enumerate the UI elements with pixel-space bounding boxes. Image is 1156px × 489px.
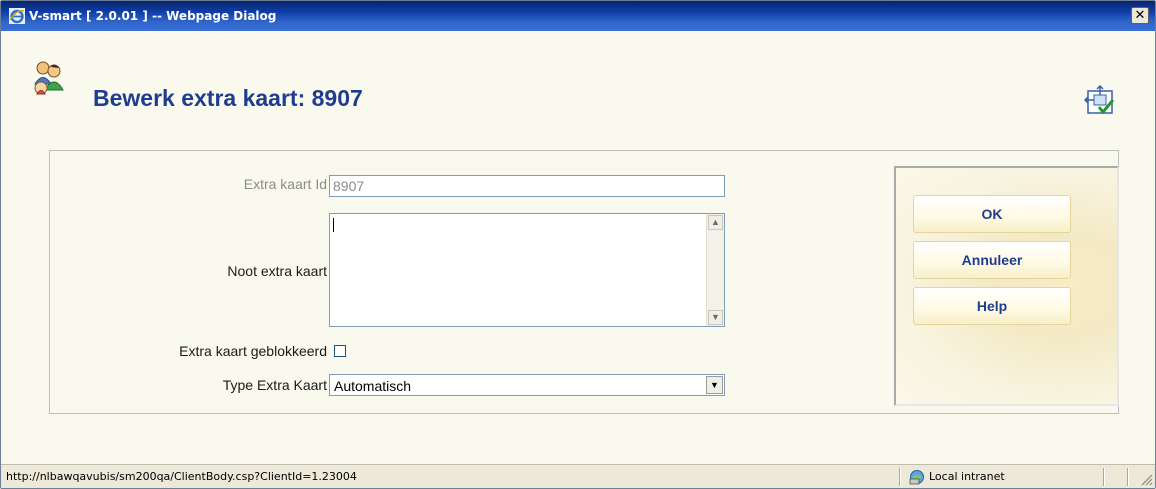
close-icon: ✕ bbox=[1134, 8, 1146, 23]
text-caret bbox=[333, 218, 334, 232]
help-button[interactable]: Help bbox=[913, 287, 1071, 325]
type-label: Type Extra Kaart bbox=[222, 377, 327, 393]
chevron-down-icon[interactable]: ▼ bbox=[706, 376, 723, 394]
status-divider bbox=[1127, 468, 1128, 486]
note-textarea[interactable]: ▲ ▼ bbox=[329, 213, 725, 327]
type-select[interactable]: Automatisch ▼ bbox=[329, 374, 725, 396]
cancel-button[interactable]: Annuleer bbox=[913, 241, 1071, 279]
users-icon bbox=[34, 61, 64, 95]
dialog-window: V-smart [ 2.0.01 ] -- Webpage Dialog ✕ B… bbox=[0, 0, 1156, 489]
ok-button[interactable]: OK bbox=[913, 195, 1071, 233]
zone-label: Local intranet bbox=[929, 470, 1005, 483]
blocked-label: Extra kaart geblokkeerd bbox=[179, 343, 327, 359]
ie-icon bbox=[9, 8, 25, 24]
id-field: 8907 bbox=[329, 175, 725, 197]
status-divider bbox=[899, 468, 900, 486]
page-title: Bewerk extra kaart: 8907 bbox=[93, 85, 363, 111]
status-bar: http://nlbawqavubis/sm200qa/ClientBody.c… bbox=[1, 464, 1155, 488]
scroll-down-icon[interactable]: ▼ bbox=[708, 310, 723, 325]
resize-grip-icon[interactable] bbox=[1139, 472, 1153, 486]
validate-form-icon[interactable] bbox=[1084, 85, 1116, 117]
scroll-up-icon[interactable]: ▲ bbox=[708, 215, 723, 230]
id-label: Extra kaart Id bbox=[243, 176, 327, 192]
window-title: V-smart [ 2.0.01 ] -- Webpage Dialog bbox=[29, 9, 277, 23]
close-button[interactable]: ✕ bbox=[1131, 7, 1149, 24]
intranet-zone-icon bbox=[909, 470, 924, 485]
status-divider bbox=[1103, 468, 1104, 486]
note-label: Noot extra kaart bbox=[227, 263, 327, 279]
note-scrollbar[interactable]: ▲ ▼ bbox=[706, 214, 724, 326]
status-url: http://nlbawqavubis/sm200qa/ClientBody.c… bbox=[6, 470, 357, 483]
blocked-checkbox[interactable] bbox=[334, 345, 346, 357]
title-bar[interactable]: V-smart [ 2.0.01 ] -- Webpage Dialog ✕ bbox=[1, 1, 1155, 31]
type-select-value: Automatisch bbox=[334, 378, 412, 394]
